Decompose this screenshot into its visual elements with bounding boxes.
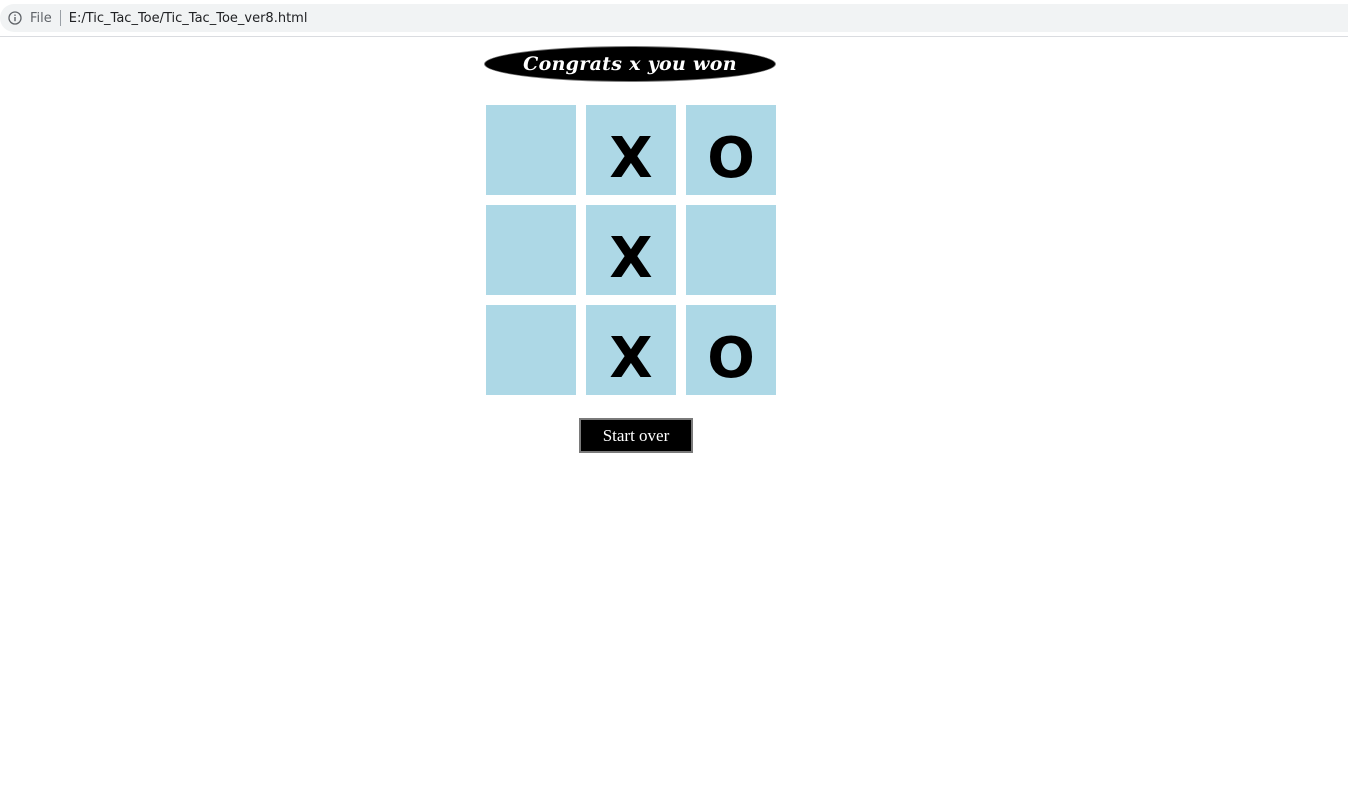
board-cell-4[interactable] [486,205,576,295]
winner-message: Congrats x you won [523,53,737,75]
board-cell-1[interactable] [486,105,576,195]
toolbar-separator [0,36,1348,37]
start-over-button[interactable]: Start over [579,418,693,453]
board-cell-3[interactable]: O [686,105,776,195]
board-cell-2[interactable]: X [586,105,676,195]
address-bar[interactable]: File E:/Tic_Tac_Toe/Tic_Tac_Toe_ver8.htm… [0,4,1348,32]
board-cell-5[interactable]: X [586,205,676,295]
game-board: X O X X O [486,105,776,395]
scheme-label: File [30,10,52,26]
url-text[interactable]: E:/Tic_Tac_Toe/Tic_Tac_Toe_ver8.html [69,11,308,26]
board-cell-8[interactable]: X [586,305,676,395]
info-icon[interactable] [7,10,23,26]
address-divider [59,10,61,26]
board-cell-7[interactable] [486,305,576,395]
board-cell-9[interactable]: O [686,305,776,395]
board-cell-6[interactable] [686,205,776,295]
winner-banner: Congrats x you won [484,46,776,82]
